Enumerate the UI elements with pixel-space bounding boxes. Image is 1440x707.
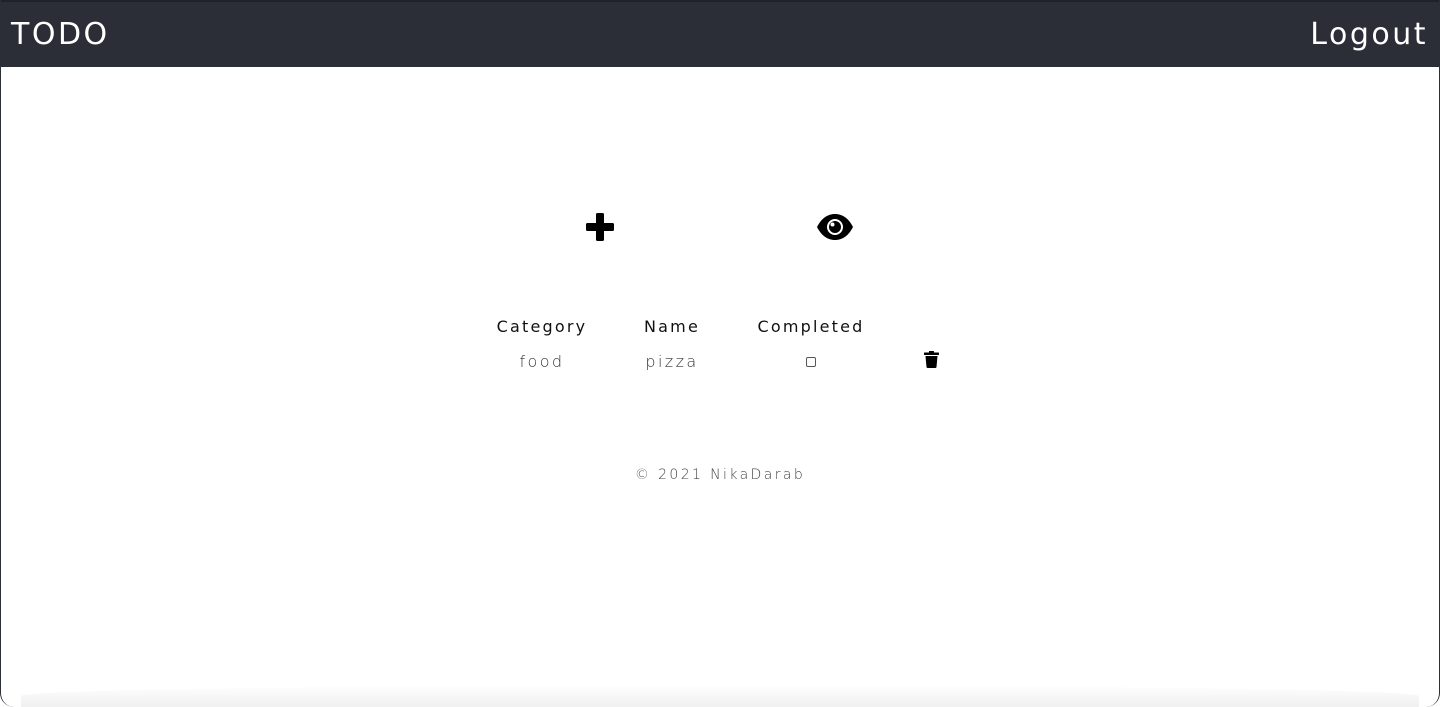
- cell-completed: [741, 339, 881, 383]
- completed-checkbox[interactable]: [806, 357, 816, 367]
- cell-delete: [881, 339, 981, 383]
- header-name: Name: [643, 316, 700, 336]
- header-actions: [881, 313, 981, 339]
- header-completed: Completed: [757, 316, 865, 336]
- bottom-shadow: [21, 685, 1419, 707]
- navbar: TODO Logout: [1, 0, 1439, 67]
- eye-icon: [817, 214, 853, 240]
- delete-button[interactable]: [923, 350, 939, 372]
- logout-link[interactable]: Logout: [1310, 18, 1428, 52]
- brand-title[interactable]: TODO: [11, 18, 110, 52]
- app-window: TODO Logout Category Name Completed food…: [0, 0, 1440, 707]
- cell-name: pizza: [645, 351, 699, 371]
- plus-icon: [586, 213, 614, 241]
- table-row: food pizza: [481, 339, 981, 383]
- view-todos-button[interactable]: [815, 207, 855, 247]
- cell-category: food: [519, 351, 565, 371]
- header-category: Category: [496, 316, 588, 336]
- table-header-row: Category Name Completed: [481, 313, 981, 339]
- trash-icon: [923, 350, 939, 368]
- footer-copyright: © 2021 NikaDarab: [634, 467, 806, 483]
- add-todo-button[interactable]: [580, 207, 620, 247]
- todo-table: Category Name Completed food pizza: [481, 313, 981, 383]
